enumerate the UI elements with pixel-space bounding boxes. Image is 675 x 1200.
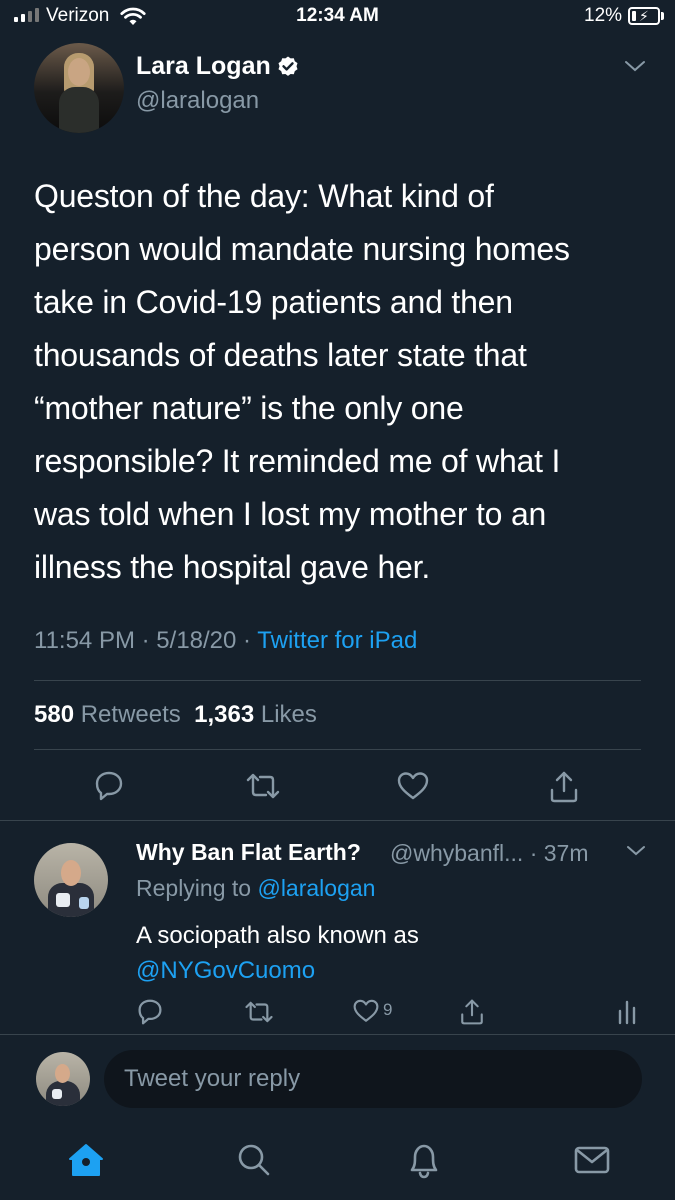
tweet-text: Queston of the day: What kind of person … (34, 170, 646, 594)
tweet-stats: 580 Retweets 1,363 Likes (34, 701, 317, 729)
tweet-time: 11:54 PM (34, 627, 135, 654)
analytics-icon[interactable] (617, 998, 637, 1026)
user-avatar[interactable] (36, 1052, 90, 1106)
battery-charging-icon: ⚡ (628, 7, 660, 25)
reply-mention[interactable]: @NYGovCuomo (136, 953, 419, 988)
reply-text: A sociopath also known as @NYGovCuomo (136, 918, 419, 988)
tweet-text-line: was told when I lost my mother to an (34, 496, 547, 532)
compose-placeholder: Tweet your reply (124, 1065, 301, 1092)
tweet-text-line: Queston of the day: What kind of (34, 178, 494, 214)
divider (34, 749, 641, 750)
author-name[interactable]: Lara Logan (136, 52, 271, 81)
tweet-text-line: take in Covid-19 patients and then (34, 284, 513, 320)
chevron-down-icon[interactable] (623, 58, 647, 74)
reply-author-handle-time: @whybanfl... · 37m (390, 840, 588, 867)
retweet-count: 580 (34, 701, 75, 728)
notifications-bell-icon[interactable] (404, 1140, 444, 1180)
reply-author-avatar[interactable] (34, 843, 108, 917)
likes-stat[interactable]: 1,363 Likes (194, 701, 317, 728)
chevron-down-icon[interactable] (625, 843, 647, 859)
reply-text-line: A sociopath also known as (136, 922, 419, 949)
meta-separator: · (243, 627, 252, 654)
reply-icon[interactable] (94, 770, 124, 802)
replying-to: Replying to @laralogan (136, 875, 375, 902)
tweet-text-line: person would mandate nursing homes (34, 231, 570, 267)
retweets-label: Retweets (80, 701, 181, 728)
home-icon[interactable] (66, 1140, 106, 1180)
reply-author-handle[interactable]: @whybanfl... (390, 840, 523, 866)
retweet-icon[interactable] (244, 998, 274, 1026)
reply-compose-input[interactable]: Tweet your reply (104, 1050, 642, 1108)
divider (0, 1034, 675, 1035)
author-avatar[interactable] (34, 43, 124, 133)
replying-to-label: Replying to (136, 875, 252, 901)
reply-author-name[interactable]: Why Ban Flat Earth? (136, 839, 361, 866)
divider (0, 820, 675, 821)
verified-badge-icon (276, 55, 300, 79)
tweet-source-link[interactable]: Twitter for iPad (257, 627, 417, 654)
status-time: 12:34 AM (296, 5, 379, 26)
tweet-text-line: “mother nature” is the only one (34, 390, 464, 426)
tweet-timestamp-row: 11:54 PM · 5/18/20 · Twitter for iPad (34, 627, 417, 655)
messages-envelope-icon[interactable] (572, 1140, 612, 1180)
tweet-text-line: illness the hospital gave her. (34, 549, 431, 585)
divider (34, 680, 641, 681)
share-icon[interactable] (548, 770, 580, 804)
tweet-text-line: thousands of deaths later state that (34, 337, 527, 373)
share-icon[interactable] (459, 998, 485, 1026)
retweet-icon[interactable] (245, 770, 281, 802)
reply-age: · 37m (529, 840, 589, 866)
meta-separator: · (141, 627, 150, 654)
likes-label: Likes (260, 701, 317, 728)
like-heart-icon[interactable] (352, 998, 380, 1024)
retweets-stat[interactable]: 580 Retweets (34, 701, 181, 728)
battery-percent: 12% (584, 5, 623, 26)
battery-cap (661, 12, 664, 20)
like-heart-icon[interactable] (396, 770, 430, 802)
like-count: 1,363 (194, 701, 255, 728)
author-handle[interactable]: @laralogan (136, 87, 259, 115)
tweet-date: 5/18/20 (156, 627, 237, 654)
tweet-text-line: responsible? It reminded me of what I (34, 443, 561, 479)
reply-like-count: 9 (383, 1000, 393, 1019)
status-bar: Verizon 12:34 AM 12% ⚡ (0, 0, 675, 34)
reply-icon[interactable] (137, 998, 163, 1026)
replying-to-handle[interactable]: @laralogan (257, 875, 375, 901)
search-icon[interactable] (234, 1140, 274, 1180)
